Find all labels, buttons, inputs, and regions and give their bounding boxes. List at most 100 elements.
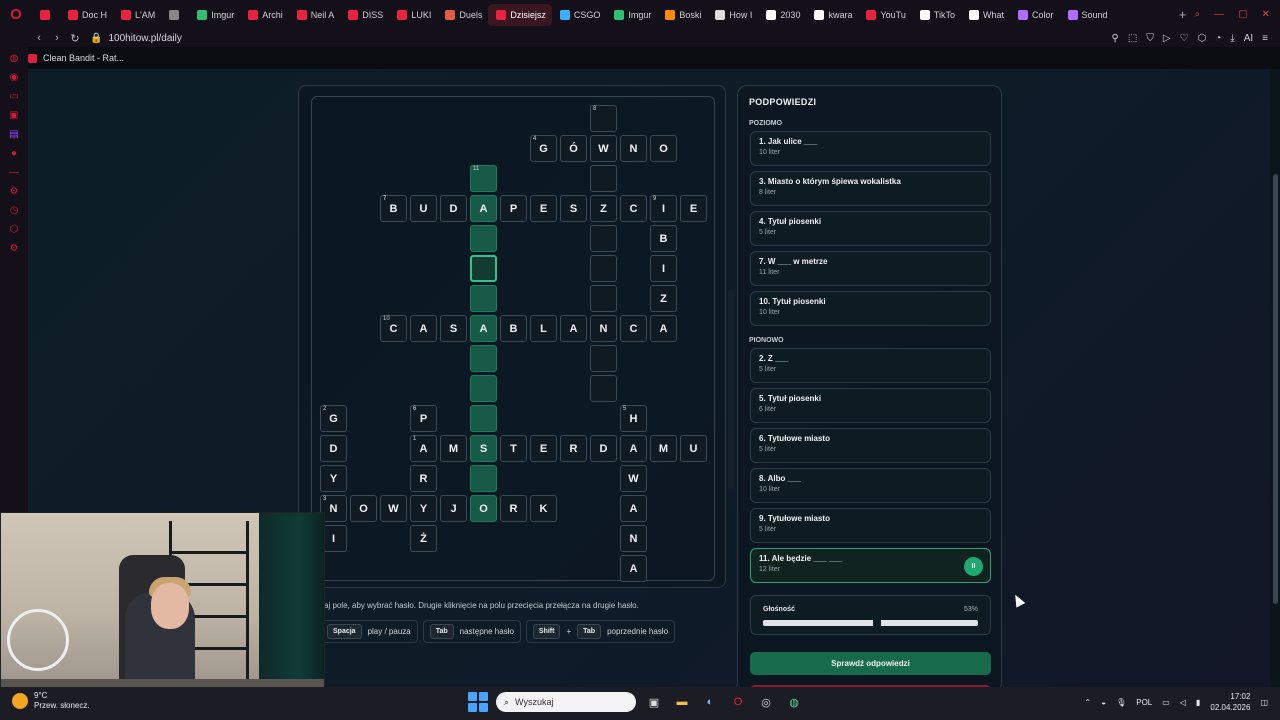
history-icon[interactable]: ◷	[8, 205, 20, 217]
clue-item[interactable]: 1. Jak ulice ___ 10 liter	[750, 131, 991, 166]
crossword-cell[interactable]: 6P	[410, 405, 437, 432]
crossword-cell[interactable]: A	[410, 315, 437, 342]
crossword-cell[interactable]	[590, 165, 617, 192]
play-icon[interactable]: ▷	[1163, 33, 1171, 44]
file-explorer-icon[interactable]: ▬	[672, 692, 692, 712]
crossword-cell[interactable]	[590, 345, 617, 372]
crossword-cell[interactable]: 7B	[380, 195, 407, 222]
crossword-cell[interactable]	[590, 225, 617, 252]
browser-tab[interactable]	[161, 4, 189, 26]
crossword-cell[interactable]: A	[620, 435, 647, 462]
crossword-cell[interactable]: D	[590, 435, 617, 462]
network-icon[interactable]: ▭	[1162, 698, 1170, 707]
crossword-cell[interactable]	[470, 405, 497, 432]
pin-icon[interactable]: ⚲	[1112, 33, 1119, 44]
clue-item[interactable]: 9. Tytułowe miasto 5 liter	[750, 508, 991, 543]
clue-item[interactable]: 3. Miasto o którym śpiewa wokalistka 8 li…	[750, 171, 991, 206]
crossword-cell[interactable]: O	[470, 495, 497, 522]
crossword-cell[interactable]: O	[650, 135, 677, 162]
crossword-cell[interactable]: Y	[410, 495, 437, 522]
crossword-cell[interactable]: A	[650, 315, 677, 342]
clue-item[interactable]: 4. Tytuł piosenki 5 liter	[750, 211, 991, 246]
crossword-cell[interactable]	[470, 345, 497, 372]
shield-icon[interactable]: ⛉	[1146, 33, 1154, 44]
crossword-cell[interactable]: 9I	[650, 195, 677, 222]
clue-item[interactable]: 7. W ___ w metrze 11 liter	[750, 251, 991, 286]
crossword-cell[interactable]: M	[440, 435, 467, 462]
ai-button[interactable]: AI	[1244, 33, 1253, 44]
scrollbar-thumb[interactable]	[1273, 174, 1278, 604]
browser-tab[interactable]: Sound	[1060, 4, 1114, 26]
language-indicator[interactable]: POL	[1136, 698, 1152, 707]
crossword-cell[interactable]: J	[440, 495, 467, 522]
close-icon[interactable]: ✕	[1262, 9, 1270, 20]
browser-tab[interactable]: DISS	[340, 4, 389, 26]
clue-item[interactable]: 8. Albo ___ 10 liter	[750, 468, 991, 503]
forward-icon[interactable]: ›	[48, 32, 66, 44]
crossword-cell[interactable]: 4G	[530, 135, 557, 162]
crossword-cell[interactable]: A	[620, 495, 647, 522]
crossword-cell[interactable]: D	[440, 195, 467, 222]
heart-icon[interactable]: ♡	[1180, 33, 1189, 44]
browser-tab[interactable]: CSGO	[552, 4, 607, 26]
crossword-cell-selected[interactable]	[470, 255, 497, 282]
crossword-cell[interactable]	[470, 285, 497, 312]
browser-tab[interactable]: YouTu	[858, 4, 911, 26]
browser-tab[interactable]: Doc H	[60, 4, 113, 26]
chat-icon[interactable]: ▭	[8, 91, 20, 103]
browser-tab[interactable]: Boski	[657, 4, 707, 26]
crossword-cell[interactable]: Y	[320, 465, 347, 492]
crossword-cell[interactable]: U	[680, 435, 707, 462]
crossword-cell[interactable]: S	[440, 315, 467, 342]
crossword-cell[interactable]: A	[560, 315, 587, 342]
crossword-cell[interactable]: N	[590, 315, 617, 342]
crossword-cell[interactable]: R	[500, 495, 527, 522]
twitch-icon[interactable]: ▤	[8, 129, 20, 141]
clue-item[interactable]: 10. Tytuł piosenki 10 liter	[750, 291, 991, 326]
browser-tab[interactable]	[32, 4, 60, 26]
volume-thumb[interactable]	[873, 619, 881, 627]
maximize-icon[interactable]: ▢	[1238, 9, 1247, 20]
crossword-cell[interactable]: 1A	[410, 435, 437, 462]
browser-tab[interactable]: Imgur	[189, 4, 240, 26]
clue-item[interactable]: 2. Z ___ 5 liter	[750, 348, 991, 383]
crossword-cell[interactable]: K	[530, 495, 557, 522]
back-icon[interactable]: ‹	[30, 32, 48, 44]
crossword-cell[interactable]: W	[620, 465, 647, 492]
page-scrollbar[interactable]	[1270, 69, 1280, 687]
settings-icon[interactable]: ⚙	[8, 186, 20, 198]
browser-tab[interactable]: Neil A	[289, 4, 341, 26]
crossword-cell[interactable]	[590, 285, 617, 312]
crossword-cell[interactable]: C	[620, 315, 647, 342]
clue-item-active[interactable]: 11. Ale będzie ___ ___ 12 liter II	[750, 548, 991, 583]
crossword-cell[interactable]: B	[650, 225, 677, 252]
crossword-cell[interactable]	[590, 255, 617, 282]
crossword-cell[interactable]: N	[620, 135, 647, 162]
pause-button[interactable]: II	[964, 557, 983, 576]
browser-tab[interactable]: 2030	[758, 4, 806, 26]
task-view-icon[interactable]: ▣	[644, 692, 664, 712]
crossword-cell[interactable]: M	[650, 435, 677, 462]
crossword-cell[interactable]: 2G	[320, 405, 347, 432]
player-icon[interactable]: ▣	[8, 110, 20, 122]
crossword-cell[interactable]: Ż	[410, 525, 437, 552]
crossword-cell[interactable]: S	[470, 435, 497, 462]
crossword-cell[interactable]: D	[320, 435, 347, 462]
crossword-cell[interactable]: E	[530, 435, 557, 462]
crossword-cell[interactable]: I	[650, 255, 677, 282]
minimize-icon[interactable]: —	[1214, 9, 1224, 20]
crossword-cell[interactable]: W	[380, 495, 407, 522]
notifications-icon[interactable]: ◫	[1260, 698, 1268, 707]
search-tabs-icon[interactable]: ⌕	[1195, 9, 1201, 20]
browser-tab[interactable]: Dzisiejsz	[488, 3, 552, 26]
browser-tab[interactable]: Archi	[240, 4, 289, 26]
tray-chevron-icon[interactable]: ⌃	[1085, 698, 1092, 707]
microphone-icon[interactable]: 🎙	[1116, 698, 1126, 707]
clue-item[interactable]: 6. Tytułowe miasto 5 liter	[750, 428, 991, 463]
crossword-cell[interactable]: 10 C	[380, 315, 407, 342]
crossword-cell[interactable]: O	[350, 495, 377, 522]
crossword-cell[interactable]: 5H	[620, 405, 647, 432]
crossword-cell[interactable]: Z	[590, 195, 617, 222]
browser-tab[interactable]: Imgur	[606, 4, 657, 26]
extensions-sidebar-icon[interactable]: ⬡	[8, 224, 20, 236]
